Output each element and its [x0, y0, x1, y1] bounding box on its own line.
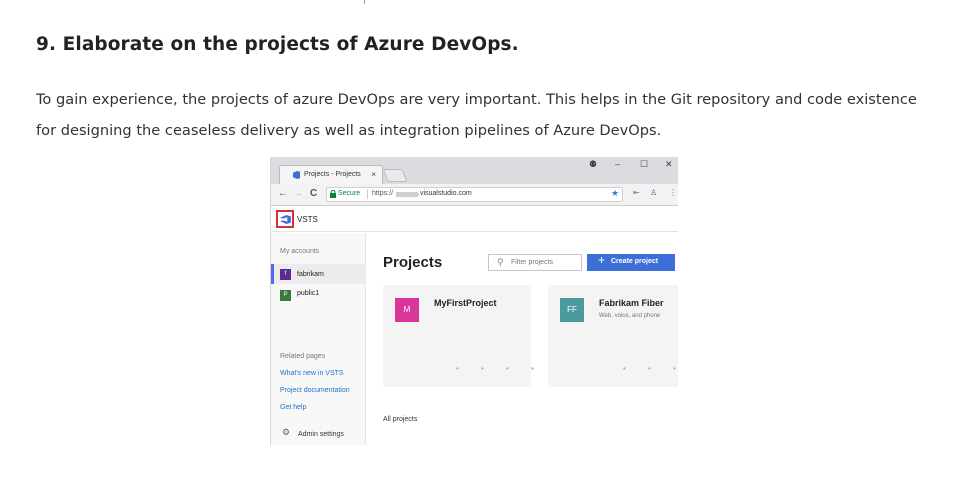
- project-card-fabrikam-fiber[interactable]: FF Fabrikam Fiber Web, voice, and phone …: [548, 285, 678, 387]
- forward-icon[interactable]: →: [293, 188, 303, 199]
- whats-new-link[interactable]: What's new in VSTS: [280, 370, 344, 377]
- lock-icon: [330, 190, 336, 198]
- maximize-icon[interactable]: ☐: [640, 159, 648, 170]
- search-icon: ⚲: [497, 257, 504, 267]
- divider: [364, 0, 365, 4]
- extension-icon[interactable]: ⇤: [633, 188, 640, 197]
- project-documentation-link[interactable]: Project documentation: [280, 387, 350, 394]
- accounts-sidebar: My accounts f fabrikam P public1 Related…: [271, 233, 366, 445]
- app-name: VSTS: [297, 215, 318, 224]
- project-card-myfirstproject[interactable]: M MyFirstProject • • • •: [383, 285, 534, 387]
- account-label: public1: [297, 290, 320, 297]
- account-avatar: f: [280, 269, 291, 280]
- url-redacted: [396, 192, 418, 197]
- account-item-fabrikam[interactable]: f fabrikam: [271, 264, 366, 284]
- minimize-icon[interactable]: –: [615, 159, 620, 169]
- project-avatar: FF: [560, 298, 584, 322]
- close-icon[interactable]: ✕: [665, 159, 673, 170]
- article-body: To gain experience, the projects of azur…: [36, 91, 917, 139]
- all-projects-heading: All projects: [383, 416, 418, 423]
- account-label: fabrikam: [297, 271, 324, 278]
- project-description: Web, voice, and phone: [599, 313, 661, 319]
- url-protocol: https://: [372, 190, 394, 197]
- bookmark-star-icon[interactable]: ★: [611, 188, 619, 199]
- accounts-heading: My accounts: [280, 248, 320, 255]
- account-icon[interactable]: ⚉: [589, 159, 597, 170]
- vsts-logo-icon[interactable]: [276, 210, 294, 228]
- project-avatar: M: [395, 298, 419, 322]
- article-heading: 9. Elaborate on the projects of Azure De…: [36, 34, 519, 55]
- related-pages-heading: Related pages: [280, 353, 326, 360]
- page-title: Projects: [383, 254, 443, 271]
- vsts-screenshot: Projects - Projects × ⚉ – ☐ ✕ ← → C Secu…: [270, 157, 678, 445]
- account-item-public1[interactable]: P public1: [271, 285, 366, 305]
- browser-toolbar: ← → C Secure https:// .visualstudio.com …: [271, 184, 678, 206]
- project-quick-links[interactable]: • • • •: [623, 364, 678, 373]
- get-help-link[interactable]: Get help: [280, 404, 306, 411]
- filter-projects-input[interactable]: ⚲ Filter projects: [488, 254, 582, 271]
- filter-placeholder: Filter projects: [511, 259, 554, 266]
- vsts-header: VSTS: [271, 207, 678, 232]
- admin-settings-link[interactable]: Admin settings: [298, 431, 344, 438]
- create-project-label: Create project: [611, 258, 659, 265]
- menu-icon[interactable]: ⋮: [669, 188, 677, 197]
- vsts-favicon-icon: [292, 171, 301, 179]
- browser-tab[interactable]: Projects - Projects ×: [279, 165, 383, 184]
- gear-icon[interactable]: ⚙: [282, 427, 290, 438]
- project-quick-links[interactable]: • • • •: [456, 364, 544, 373]
- reload-icon[interactable]: C: [310, 188, 317, 199]
- url-domain: .visualstudio.com: [418, 190, 472, 197]
- project-name: Fabrikam Fiber: [599, 298, 664, 308]
- account-avatar: P: [280, 290, 291, 301]
- tab-close-icon[interactable]: ×: [371, 170, 376, 179]
- tab-title: Projects - Projects: [304, 171, 361, 178]
- profile-extension-icon[interactable]: ♙: [650, 188, 657, 197]
- project-name: MyFirstProject: [434, 298, 497, 308]
- create-project-button[interactable]: + Create project: [587, 253, 675, 271]
- vsts-logo-mark-icon: [280, 215, 291, 224]
- address-bar[interactable]: Secure https:// .visualstudio.com: [326, 187, 623, 202]
- secure-label: Secure: [338, 190, 361, 197]
- browser-tab-bar: Projects - Projects × ⚉ – ☐ ✕: [271, 157, 678, 184]
- back-icon[interactable]: ←: [278, 188, 288, 199]
- url-separator: [367, 189, 368, 199]
- new-tab-button[interactable]: [382, 169, 408, 182]
- plus-icon: +: [598, 253, 606, 267]
